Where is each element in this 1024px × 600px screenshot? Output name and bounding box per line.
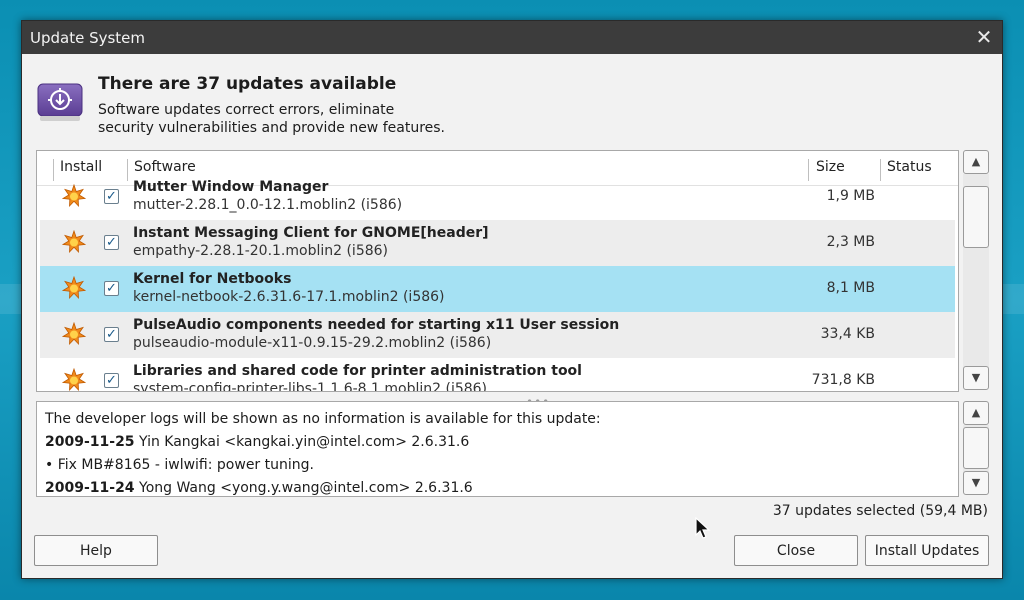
log-author: Yong Wang <yong.y.wang@intel.com> 2.6.31…	[134, 480, 473, 496]
updates-list[interactable]: Install Software Size Status ✓ Mutter Wi…	[36, 150, 959, 392]
package-name: Instant Messaging Client for GNOME[heade…	[133, 225, 489, 241]
install-updates-button[interactable]: Install Updates	[865, 535, 989, 566]
log-date: 2009-11-24	[45, 480, 135, 496]
package-name: Libraries and shared code for printer ad…	[133, 363, 582, 379]
package-name: PulseAudio components needed for startin…	[133, 317, 620, 333]
titlebar: Update System ✕	[22, 21, 1002, 54]
package-version: pulseaudio-module-x11-0.9.15-29.2.moblin…	[133, 335, 492, 351]
important-update-star-icon	[62, 368, 86, 391]
scroll-up-arrow-icon[interactable]: ▲	[963, 401, 989, 425]
close-button[interactable]: Close	[734, 535, 858, 566]
window-title: Update System	[30, 28, 146, 47]
close-icon[interactable]: ✕	[974, 27, 994, 47]
table-row-selected[interactable]: ✓ Kernel for Netbooks kernel-netbook-2.6…	[40, 266, 955, 312]
package-size: 2,3 MB	[826, 234, 875, 250]
package-size: 33,4 KB	[820, 326, 875, 342]
package-name: Mutter Window Manager	[133, 179, 329, 195]
scroll-up-arrow-icon[interactable]: ▲	[963, 150, 989, 174]
log-entry: 2009-11-24 Yong Wang <yong.y.wang@intel.…	[45, 477, 950, 496]
description-line-2: security vulnerabilities and provide new…	[98, 120, 445, 136]
install-checkbox[interactable]: ✓	[104, 373, 119, 388]
scrollbar-thumb[interactable]	[963, 427, 989, 469]
scroll-down-arrow-icon[interactable]: ▼	[963, 366, 989, 390]
log-entry: 2009-11-25 Yin Kangkai <kangkai.yin@inte…	[45, 431, 950, 454]
log-item: • Fix MB#8165 - iwlwifi: power tuning.	[45, 457, 314, 473]
log-intro: The developer logs will be shown as no i…	[45, 411, 601, 427]
package-size: 8,1 MB	[826, 280, 875, 296]
install-checkbox[interactable]: ✓	[104, 189, 119, 204]
developer-log[interactable]: The developer logs will be shown as no i…	[36, 401, 959, 497]
scroll-down-arrow-icon[interactable]: ▼	[963, 471, 989, 495]
description-line-1: Software updates correct errors, elimina…	[98, 102, 395, 118]
column-software[interactable]: Software	[134, 159, 196, 175]
header: There are 37 updates available Software …	[22, 54, 1002, 144]
important-update-star-icon	[62, 184, 86, 208]
package-version: empathy-2.28.1-20.1.moblin2 (i586)	[133, 243, 389, 259]
package-size: 1,9 MB	[826, 188, 875, 204]
table-row[interactable]: ✓ Instant Messaging Client for GNOME[hea…	[40, 220, 955, 266]
package-version: system-config-printer-libs-1.1.6-8.1.mob…	[133, 381, 488, 392]
updates-description: Software updates correct errors, elimina…	[98, 101, 498, 137]
log-author: Yin Kangkai <kangkai.yin@intel.com> 2.6.…	[134, 434, 470, 450]
important-update-star-icon	[62, 230, 86, 254]
install-checkbox[interactable]: ✓	[104, 281, 119, 296]
package-version: mutter-2.28.1_0.0-12.1.moblin2 (i586)	[133, 197, 403, 213]
column-size[interactable]: Size	[816, 159, 845, 175]
table-row[interactable]: ✓ Libraries and shared code for printer …	[40, 358, 955, 392]
important-update-star-icon	[62, 322, 86, 346]
table-row[interactable]: ✓ Mutter Window Manager mutter-2.28.1_0.…	[40, 174, 955, 220]
column-install[interactable]: Install	[60, 159, 102, 175]
help-button[interactable]: Help	[34, 535, 158, 566]
log-date: 2009-11-25	[45, 434, 135, 450]
install-checkbox[interactable]: ✓	[104, 235, 119, 250]
install-checkbox[interactable]: ✓	[104, 327, 119, 342]
table-row[interactable]: ✓ PulseAudio components needed for start…	[40, 312, 955, 358]
important-update-star-icon	[62, 276, 86, 300]
selected-updates-summary: 37 updates selected (59,4 MB)	[772, 503, 988, 519]
log-scrollbar[interactable]: ▲ ▼	[963, 401, 989, 497]
package-size: 731,8 KB	[811, 372, 875, 388]
package-version: kernel-netbook-2.6.31.6-17.1.moblin2 (i5…	[133, 289, 445, 305]
scrollbar-thumb[interactable]	[963, 186, 989, 248]
package-name: Kernel for Netbooks	[133, 271, 292, 287]
list-scrollbar[interactable]: ▲ ▼	[963, 150, 989, 392]
updates-available-title: There are 37 updates available	[98, 74, 397, 94]
update-system-window: Update System ✕ There are 37 updates ava…	[21, 20, 1003, 579]
mouse-pointer-icon	[695, 517, 711, 539]
software-update-icon	[37, 83, 83, 121]
column-status[interactable]: Status	[887, 159, 932, 175]
